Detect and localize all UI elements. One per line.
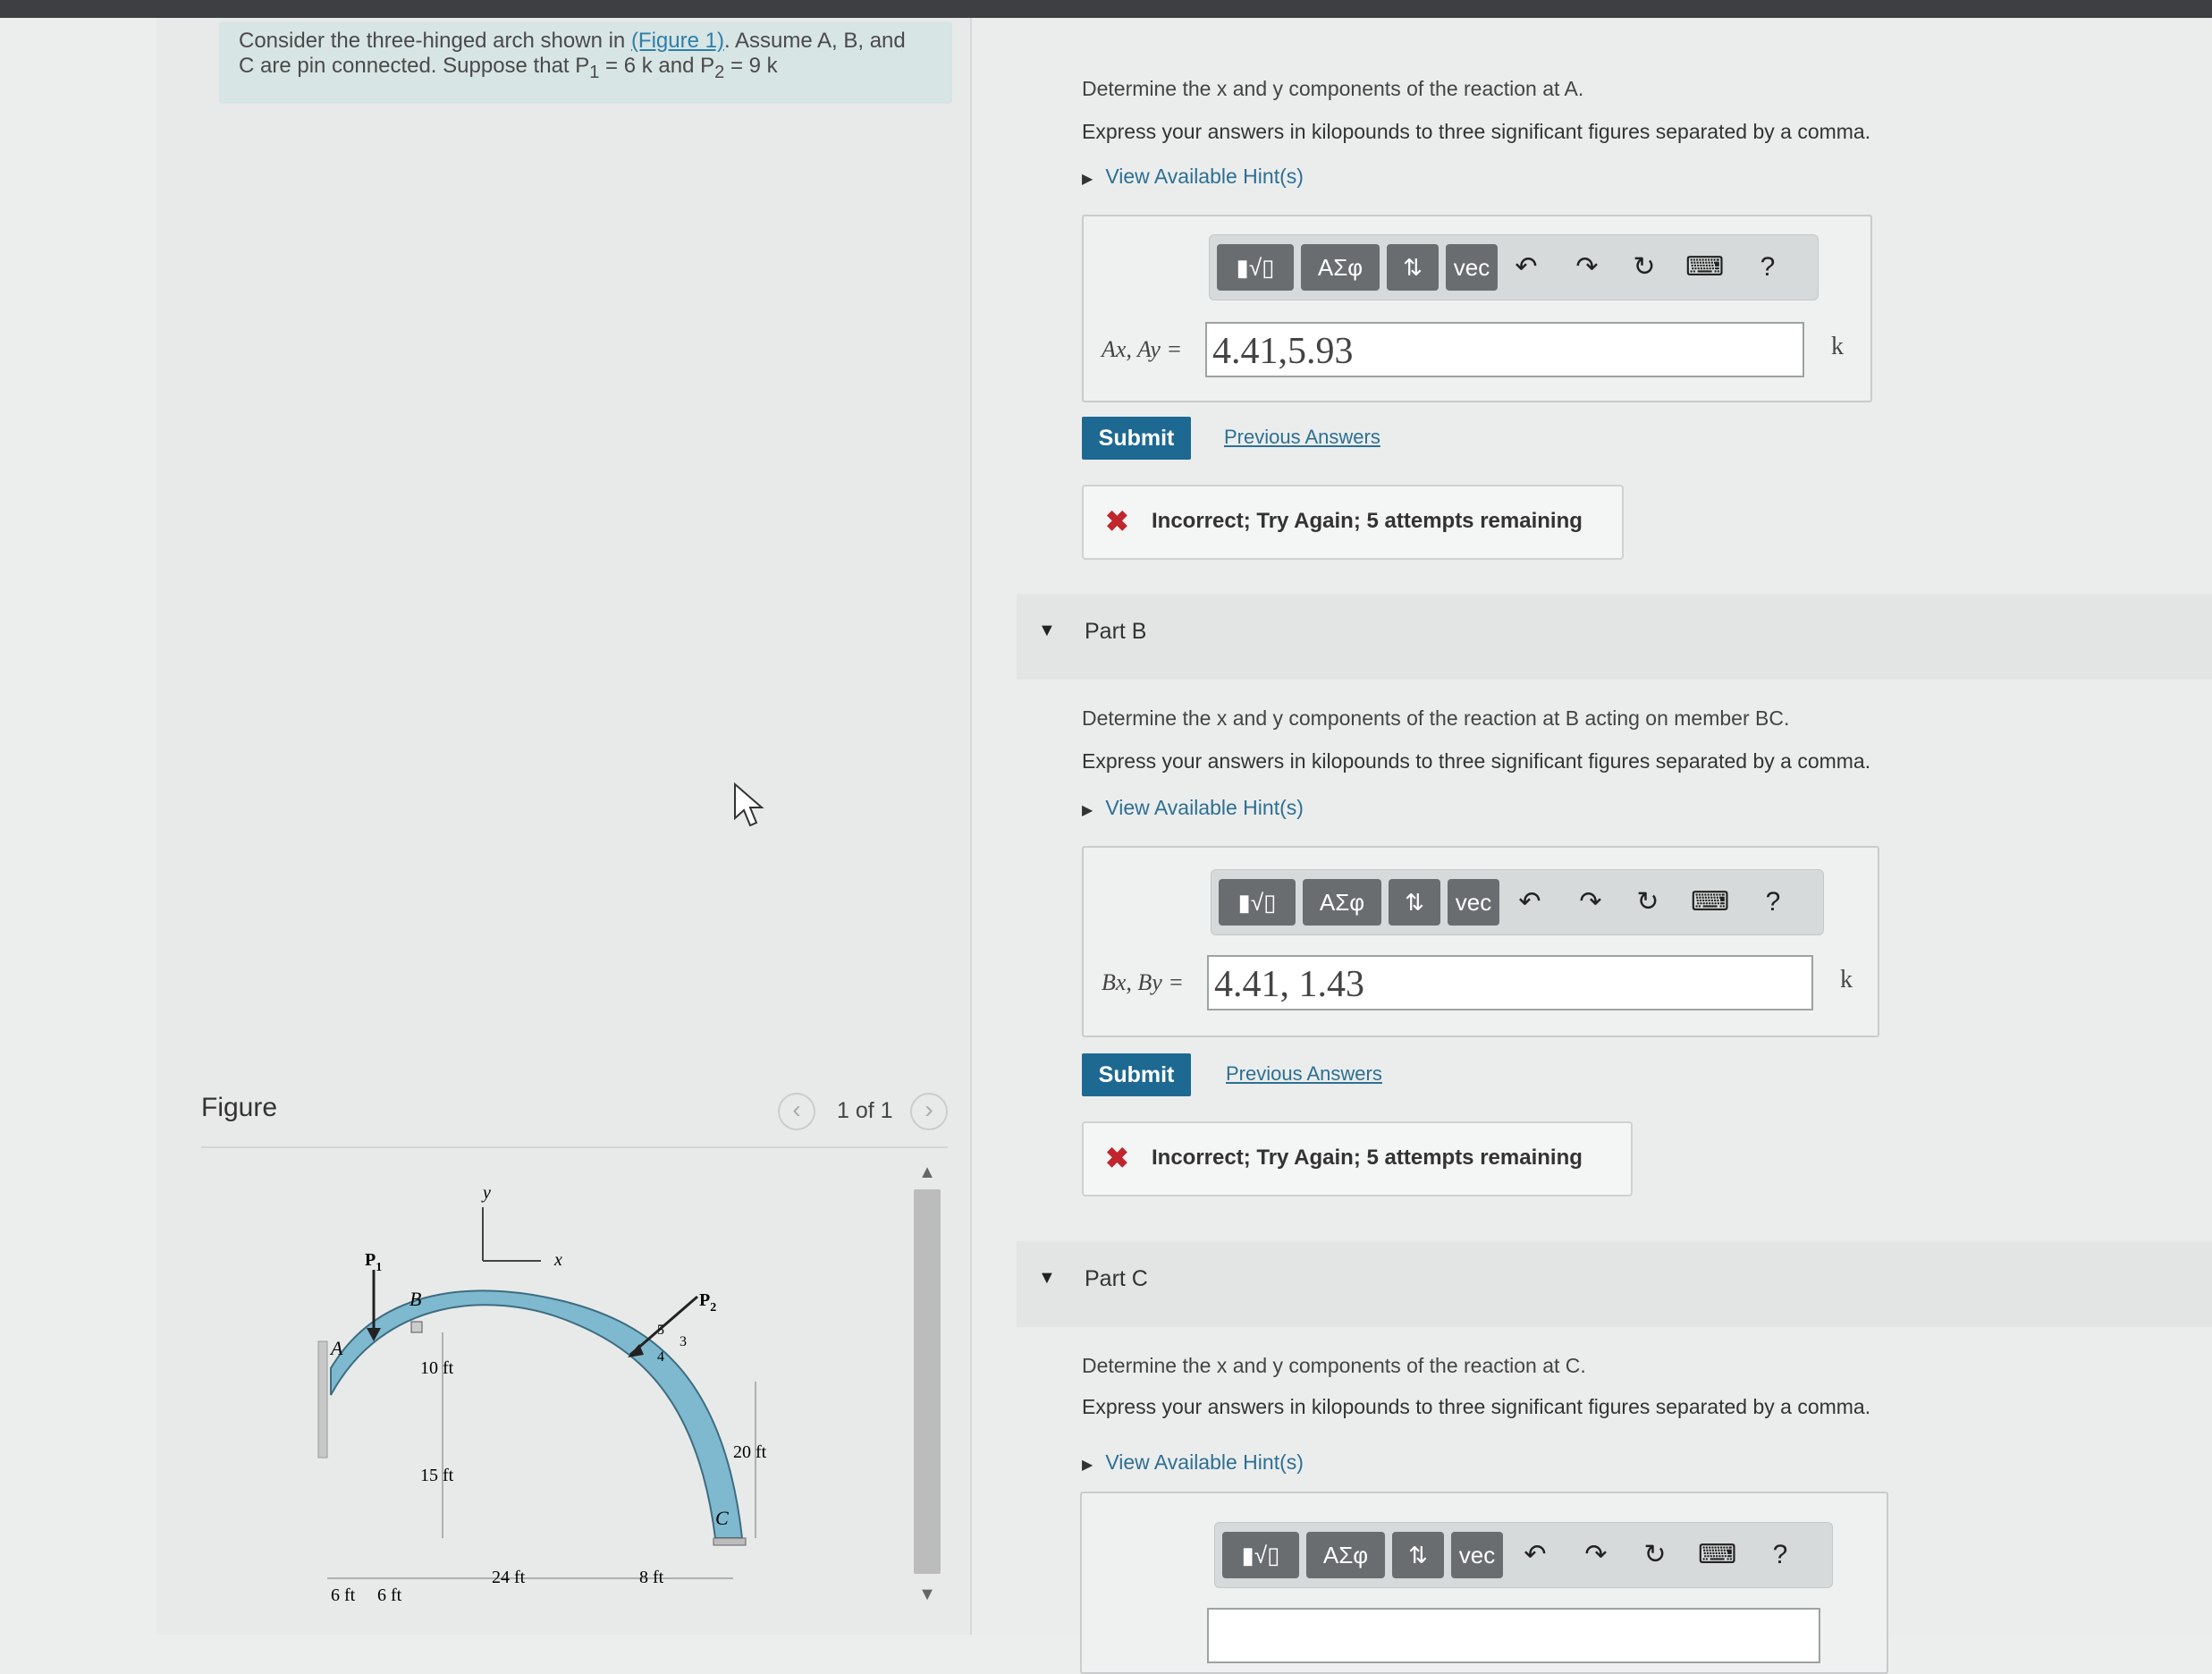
pin-b	[410, 1321, 423, 1333]
part-c-toolbar: ▮√▯ ΑΣφ ⇅ vec ↶ ↷ ↻ ⌨ ?	[1214, 1522, 1833, 1588]
caret-down-icon: ▼	[1038, 1268, 1056, 1288]
wall-support	[317, 1340, 328, 1458]
figure-link[interactable]: (Figure 1)	[631, 29, 724, 53]
part-a-hint-toggle[interactable]: ▶ View Available Hint(s)	[1082, 165, 1304, 189]
undo-icon[interactable]: ↶	[1508, 248, 1544, 287]
part-b-header[interactable]: ▼ Part B	[1017, 594, 2212, 680]
part-b-submit-button[interactable]: Submit	[1082, 1053, 1191, 1096]
redo-icon[interactable]: ↷	[1569, 248, 1605, 287]
part-a-instructions: Express your answers in kilopounds to th…	[1082, 120, 1871, 143]
part-c-answer-input[interactable]	[1207, 1608, 1820, 1663]
part-c-hint-toggle[interactable]: ▶ View Available Hint(s)	[1082, 1450, 1304, 1475]
part-a-answer-box: ▮√▯ ΑΣφ ⇅ vec ↶ ↷ ↻ ⌨ ? Ax, Ay = 4.41,5.…	[1082, 215, 1872, 402]
help-icon[interactable]: ?	[1762, 1535, 1798, 1575]
part-a-prompt: Determine the x and y components of the …	[1082, 77, 1584, 100]
part-b-instructions: Express your answers in kilopounds to th…	[1082, 749, 1871, 773]
help-icon[interactable]: ?	[1750, 248, 1786, 287]
caret-right-icon: ▶	[1082, 172, 1093, 187]
part-b-unit: k	[1840, 966, 1853, 993]
undo-icon[interactable]: ↶	[1517, 1535, 1553, 1575]
vector-button[interactable]: vec	[1451, 1532, 1503, 1578]
redo-icon[interactable]: ↷	[1573, 883, 1608, 922]
redo-icon[interactable]: ↷	[1578, 1535, 1614, 1575]
arch-member	[330, 1289, 744, 1539]
support-c	[713, 1537, 747, 1546]
caret-right-icon: ▶	[1082, 1458, 1093, 1473]
dim-15ft: 15 ft	[420, 1466, 454, 1485]
part-a-answer-input[interactable]: 4.41,5.93	[1205, 322, 1804, 377]
part-a-previous-answers-link[interactable]: Previous Answers	[1224, 426, 1380, 449]
part-b-toolbar: ▮√▯ ΑΣφ ⇅ vec ↶ ↷ ↻ ⌨ ?	[1211, 869, 1824, 935]
part-a-unit: k	[1831, 333, 1844, 360]
browser-top-bar	[0, 0, 2212, 18]
axis-y-label: y	[481, 1183, 491, 1203]
figure-counter: 1 of 1	[837, 1098, 893, 1123]
figure-scrollbar[interactable]: ▲ ▼	[912, 1162, 942, 1610]
dim-6ft-a: 6 ft	[331, 1585, 356, 1605]
caret-right-icon: ▶	[1082, 803, 1093, 818]
dim-24ft: 24 ft	[492, 1568, 526, 1587]
templates-button[interactable]: ▮√▯	[1217, 244, 1294, 291]
keyboard-icon[interactable]: ⌨	[1691, 883, 1729, 922]
greek-symbols-button[interactable]: ΑΣφ	[1301, 244, 1380, 291]
reset-icon[interactable]: ↻	[1626, 248, 1662, 287]
problem-statement: Consider the three-hinged arch shown in …	[219, 21, 952, 104]
undo-icon[interactable]: ↶	[1512, 883, 1548, 922]
point-c-label: C	[715, 1507, 729, 1529]
dim-10ft: 10 ft	[420, 1358, 454, 1378]
part-b-answer-input[interactable]: 4.41, 1.43	[1207, 955, 1813, 1010]
dim-8ft: 8 ft	[639, 1568, 664, 1587]
part-c-prompt: Determine the x and y components of the …	[1082, 1354, 1586, 1377]
part-b-hint-toggle[interactable]: ▶ View Available Hint(s)	[1082, 796, 1304, 820]
figure-prev-button[interactable]: ‹	[778, 1093, 815, 1130]
scroll-down-arrow[interactable]: ▼	[912, 1585, 942, 1610]
arrows-button[interactable]: ⇅	[1392, 1532, 1444, 1578]
point-b-label: B	[409, 1288, 421, 1310]
part-a-toolbar: ▮√▯ ΑΣφ ⇅ vec ↶ ↷ ↻ ⌨ ?	[1209, 234, 1819, 300]
dim-6ft-b: 6 ft	[377, 1585, 402, 1605]
part-b-answer-box: ▮√▯ ΑΣφ ⇅ vec ↶ ↷ ↻ ⌨ ? Bx, By = 4.41, 1…	[1082, 846, 1879, 1037]
help-icon[interactable]: ?	[1755, 883, 1791, 922]
vector-button[interactable]: vec	[1448, 879, 1499, 926]
axis-x-label: x	[553, 1250, 562, 1270]
caret-down-icon: ▼	[1038, 621, 1056, 640]
templates-button[interactable]: ▮√▯	[1222, 1532, 1299, 1578]
problem-text: Consider the three-hinged arch shown in …	[239, 29, 906, 82]
keyboard-icon[interactable]: ⌨	[1698, 1535, 1736, 1575]
error-x-icon: ✖	[1105, 505, 1129, 537]
point-a-label: A	[329, 1337, 343, 1359]
svg-text:4: 4	[657, 1349, 664, 1365]
mouse-cursor-icon	[734, 782, 764, 827]
part-a-feedback: ✖ Incorrect; Try Again; 5 attempts remai…	[1082, 485, 1624, 560]
greek-symbols-button[interactable]: ΑΣφ	[1303, 879, 1381, 926]
part-a-submit-button[interactable]: Submit	[1082, 417, 1191, 460]
scroll-up-arrow[interactable]: ▲	[912, 1162, 942, 1188]
scroll-thumb[interactable]	[914, 1189, 941, 1574]
templates-button[interactable]: ▮√▯	[1219, 879, 1296, 926]
part-b-feedback: ✖ Incorrect; Try Again; 5 attempts remai…	[1082, 1121, 1633, 1196]
keyboard-icon[interactable]: ⌨	[1685, 248, 1724, 287]
part-b-previous-answers-link[interactable]: Previous Answers	[1226, 1062, 1382, 1086]
part-c-answer-box: ▮√▯ ΑΣφ ⇅ vec ↶ ↷ ↻ ⌨ ?	[1080, 1492, 1888, 1674]
part-c-instructions: Express your answers in kilopounds to th…	[1082, 1395, 1871, 1418]
figure-divider	[201, 1146, 948, 1148]
greek-symbols-button[interactable]: ΑΣφ	[1306, 1532, 1385, 1578]
figure-next-button[interactable]: ›	[910, 1093, 948, 1130]
figure-label: Figure	[201, 1093, 278, 1122]
reset-icon[interactable]: ↻	[1630, 883, 1666, 922]
arch-figure: y x P1 P2 5 3 4 A B C 10 ft 15 ft 20 ft …	[317, 1183, 767, 1605]
vector-button[interactable]: vec	[1446, 244, 1498, 291]
part-c-header[interactable]: ▼ Part C	[1017, 1241, 2212, 1327]
svg-text:3: 3	[680, 1334, 687, 1349]
svg-text:5: 5	[657, 1323, 664, 1338]
p2-label: P2	[699, 1290, 716, 1315]
reset-icon[interactable]: ↻	[1637, 1535, 1673, 1575]
arrows-button[interactable]: ⇅	[1389, 879, 1440, 926]
arrows-button[interactable]: ⇅	[1387, 244, 1439, 291]
part-b-prompt: Determine the x and y components of the …	[1082, 706, 1790, 730]
part-b-variable-label: Bx, By =	[1102, 969, 1184, 995]
error-x-icon: ✖	[1105, 1142, 1129, 1174]
part-a-variable-label: Ax, Ay =	[1102, 336, 1182, 362]
dim-20ft: 20 ft	[733, 1442, 767, 1462]
